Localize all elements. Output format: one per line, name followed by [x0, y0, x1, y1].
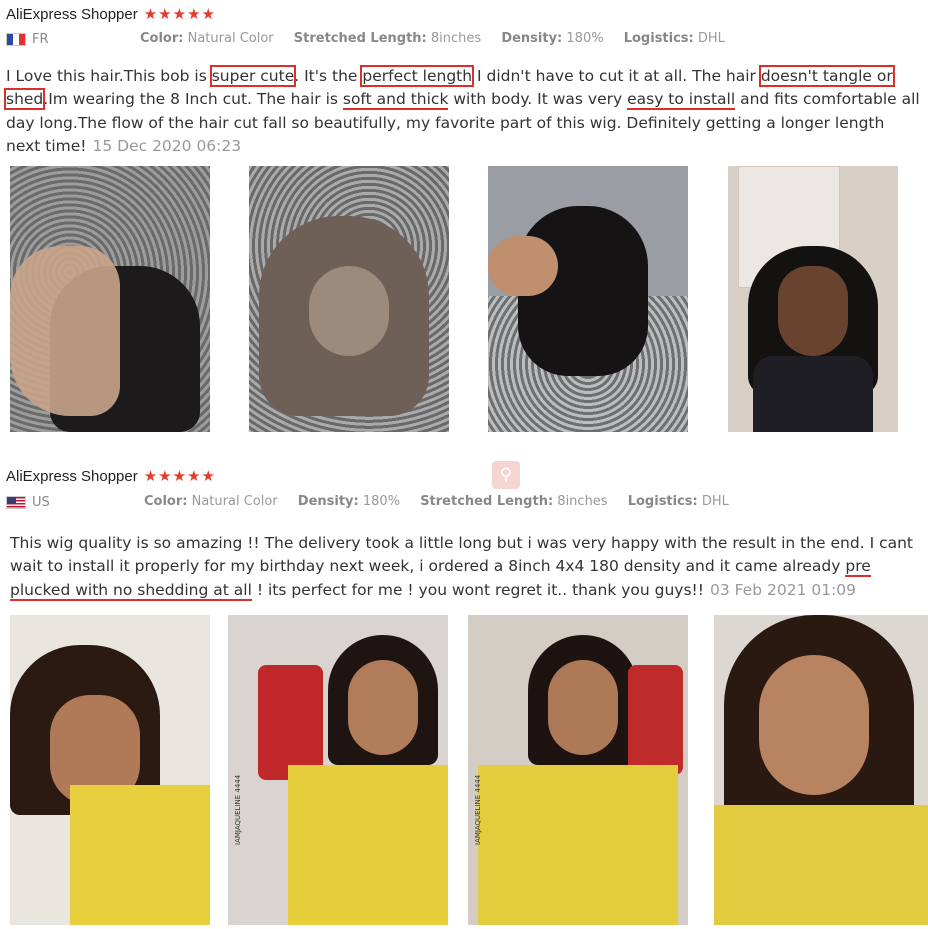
attr-value: Natural Color: [191, 494, 278, 509]
highlight-underline: soft and thick: [342, 90, 449, 111]
watermark: IAMJAQUELINE 4444: [234, 774, 242, 845]
attr-key: Logistics:: [627, 494, 698, 509]
review-text: This wig quality is so amazing !! The de…: [10, 532, 925, 602]
attr-key: Density:: [501, 31, 563, 46]
text-segment: with body. It was very: [448, 90, 628, 109]
text-segment: I Love this hair.This bob is: [6, 67, 212, 85]
review-photo-1[interactable]: [10, 166, 210, 432]
highlight-box: perfect length: [360, 65, 475, 87]
highlight-underline: easy to install: [627, 90, 736, 111]
review-1: AliExpress Shopper ★★★★★ FR Color: Natura…: [0, 0, 928, 460]
attr-value: 180%: [566, 31, 604, 46]
text-segment: . It's the: [294, 67, 363, 85]
review-photo-4[interactable]: [728, 166, 898, 432]
text-segment: ! its perfect for me ! you wont regret i…: [251, 580, 704, 599]
star-rating: ★★★★★: [143, 5, 216, 23]
review-photo-5[interactable]: [10, 615, 210, 925]
attr-value: DHL: [697, 31, 725, 46]
attr-value: 8inches: [430, 31, 482, 46]
review-date: 03 Feb 2021 01:09: [709, 580, 857, 599]
country-code: FR: [32, 32, 49, 47]
sku-attributes: Color: Natural Color Stretched Length: 8…: [140, 31, 741, 46]
attr-key: Stretched Length:: [420, 494, 554, 509]
review-photo-6[interactable]: IAMJAQUELINE 4444: [228, 615, 448, 925]
review-date: 15 Dec 2020 06:23: [92, 136, 242, 155]
text-segment: This wig quality is so amazing !! The de…: [10, 534, 913, 576]
attr-key: Color:: [144, 494, 188, 509]
reviewer-name: AliExpress Shopper: [6, 6, 138, 23]
attr-value: Natural Color: [187, 31, 274, 46]
country-code: US: [32, 495, 50, 510]
attr-key: Density:: [297, 494, 359, 509]
review-photo-8[interactable]: [714, 615, 928, 925]
review-text: I Love this hair.This bob is super cute.…: [4, 64, 921, 158]
star-rating: ★★★★★: [143, 467, 216, 485]
text-segment: .Im wearing the 8 Inch cut. The hair is: [43, 90, 343, 109]
sku-attributes: Color: Natural Color Density: 180% Stret…: [144, 494, 745, 509]
attr-key: Stretched Length:: [293, 31, 427, 46]
attr-value: 180%: [362, 494, 401, 509]
text-segment: I didn't have to cut it at all. The hair: [472, 67, 761, 85]
review-header: AliExpress Shopper ★★★★★: [6, 466, 216, 485]
country: FR: [6, 32, 49, 47]
attr-key: Color:: [140, 31, 184, 46]
review-photo-7[interactable]: IAMJAQUELINE 4444: [468, 615, 688, 925]
review-2: AliExpress Shopper ★★★★★ US Color: Natura…: [0, 460, 928, 929]
country: US: [6, 495, 50, 510]
us-flag-icon: [6, 496, 26, 509]
france-flag-icon: [6, 33, 26, 46]
reviewer-name: AliExpress Shopper: [6, 468, 138, 485]
review-photo-3[interactable]: [488, 166, 688, 432]
review-header: AliExpress Shopper ★★★★★: [6, 4, 216, 23]
attr-value: DHL: [701, 494, 729, 509]
attr-value: 8inches: [557, 494, 608, 509]
highlight-box: super cute: [209, 65, 297, 87]
attr-key: Logistics:: [623, 31, 694, 46]
review-photo-2[interactable]: [249, 166, 449, 432]
watermark: IAMJAQUELINE 4444: [474, 774, 482, 845]
